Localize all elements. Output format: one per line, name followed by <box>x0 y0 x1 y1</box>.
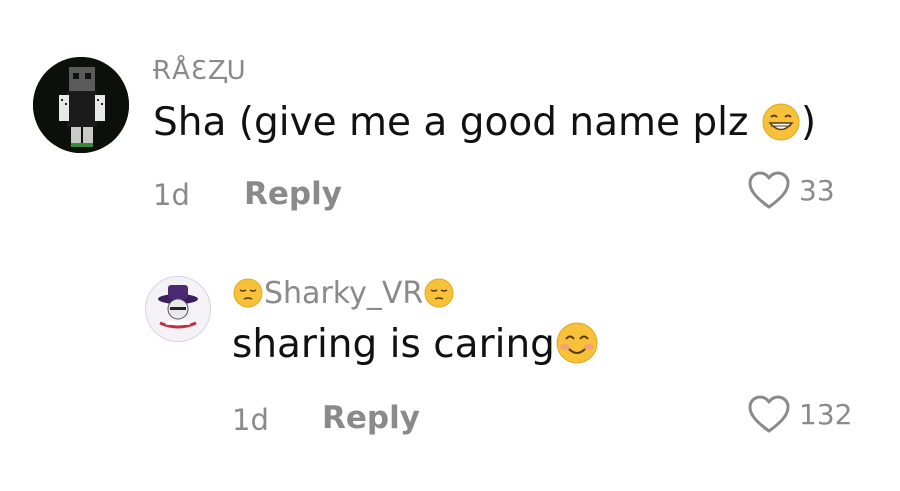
pensive-face-icon <box>424 278 454 307</box>
heart-icon <box>748 395 790 433</box>
smiling-face-with-smiling-eyes-icon <box>556 322 598 363</box>
comment-text: sharing is caring <box>232 322 599 367</box>
username-text: Sharky_VR <box>264 276 424 311</box>
comment-text-body: sharing is caring <box>232 322 555 367</box>
reply-comment-item: Sharky_VR sharing is caring 1d Reply 132 <box>0 0 900 491</box>
avatar[interactable] <box>145 276 211 342</box>
reply-button[interactable]: Reply <box>322 400 420 436</box>
username[interactable]: Sharky_VR <box>232 276 455 311</box>
comment-time: 1d <box>232 403 269 437</box>
like-button[interactable]: 132 <box>747 394 852 434</box>
pensive-face-icon <box>233 278 263 307</box>
like-count: 132 <box>799 397 853 431</box>
purple-hat-avatar-icon <box>146 277 210 341</box>
